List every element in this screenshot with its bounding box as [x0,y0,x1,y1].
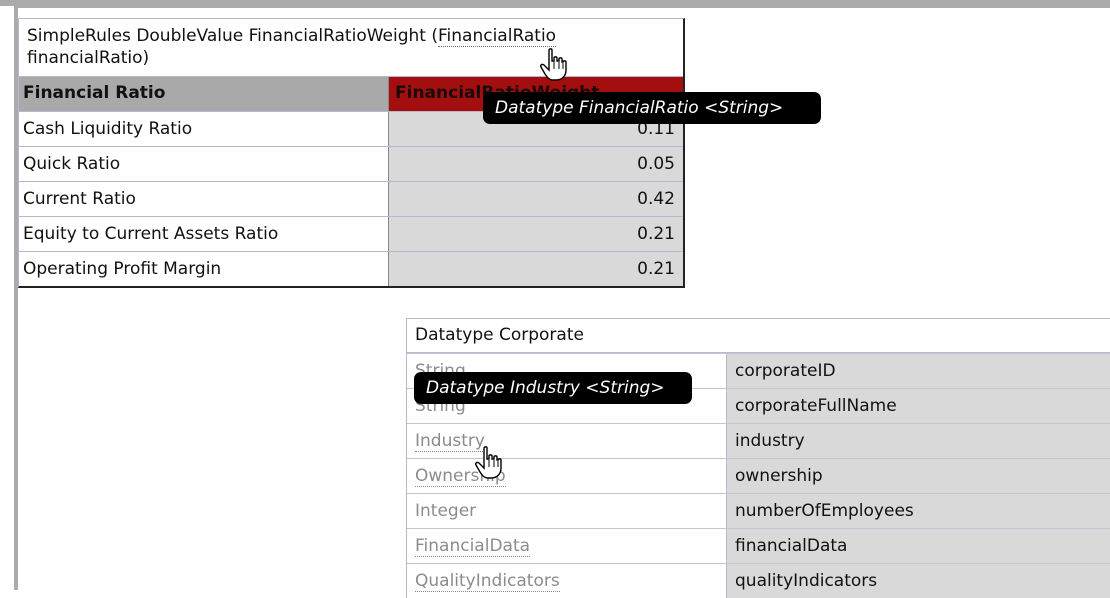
table-row: Quick Ratio 0.05 [19,146,683,181]
financial-ratio-weight-table: SimpleRules DoubleValue FinancialRatioWe… [18,18,685,288]
ratio-cell[interactable]: Operating Profit Margin [19,252,389,286]
table-title: SimpleRules DoubleValue FinancialRatioWe… [19,19,683,77]
table-row: Ownership ownership [407,458,1110,493]
weight-cell[interactable]: 0.21 [389,217,683,251]
ratio-cell[interactable]: Quick Ratio [19,147,389,181]
window-inner-border [14,6,1110,8]
header-financial-ratio: Financial Ratio [19,77,389,111]
type-cell[interactable]: FinancialData [407,529,727,563]
type-cell[interactable]: Industry [407,424,727,458]
type-cell[interactable]: QualityIndicators [407,564,727,598]
weight-cell[interactable]: 0.21 [389,252,683,286]
type-cell[interactable]: Integer [407,494,727,528]
table-row: Industry industry [407,423,1110,458]
weight-cell[interactable]: 0.05 [389,147,683,181]
field-cell[interactable]: ownership [727,459,1110,493]
financial-ratio-type-link[interactable]: FinancialRatio [438,26,557,47]
table-row: QualityIndicators qualityIndicators [407,563,1110,598]
field-cell[interactable]: corporateFullName [727,389,1110,423]
ratio-cell[interactable]: Current Ratio [19,182,389,216]
weight-cell[interactable]: 0.42 [389,182,683,216]
hand-cursor-icon [475,446,502,479]
industry-tooltip: Datatype Industry <String> [414,372,692,404]
datatype-corporate-table: Datatype Corporate String corporateID St… [406,318,1110,598]
field-cell[interactable]: corporateID [727,354,1110,388]
ratio-cell[interactable]: Equity to Current Assets Ratio [19,217,389,251]
hand-cursor-icon [540,48,567,81]
table-title: Datatype Corporate [407,319,1110,353]
field-cell[interactable]: qualityIndicators [727,564,1110,598]
table-row: Equity to Current Assets Ratio 0.21 [19,216,683,251]
table-title-prefix: SimpleRules DoubleValue FinancialRatioWe… [27,26,438,46]
type-cell[interactable]: Ownership [407,459,727,493]
table-row: FinancialData financialData [407,528,1110,563]
table-row: Operating Profit Margin 0.21 [19,251,683,286]
financial-ratio-tooltip: Datatype FinancialRatio <String> [483,92,821,124]
table-row: Integer numberOfEmployees [407,493,1110,528]
quality-indicators-type-link[interactable]: QualityIndicators [415,571,560,592]
ratio-cell[interactable]: Cash Liquidity Ratio [19,112,389,146]
field-cell[interactable]: numberOfEmployees [727,494,1110,528]
table-title-suffix: financialRatio) [27,48,150,68]
table-row: Current Ratio 0.42 [19,181,683,216]
financial-data-type-link[interactable]: FinancialData [415,536,531,557]
field-cell[interactable]: industry [727,424,1110,458]
field-cell[interactable]: financialData [727,529,1110,563]
